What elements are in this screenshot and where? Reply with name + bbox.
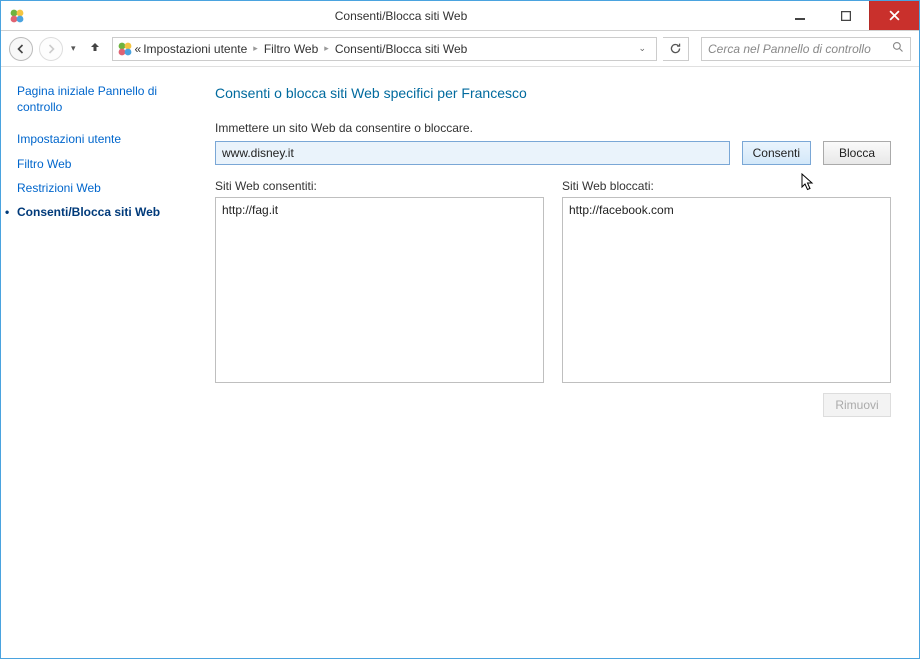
remove-button[interactable]: Rimuovi xyxy=(823,393,891,417)
list-item[interactable]: http://fag.it xyxy=(222,202,537,218)
window-title: Consenti/Blocca siti Web xyxy=(25,9,777,23)
chevron-right-icon: ▸ xyxy=(249,43,262,54)
breadcrumb-prefix: « xyxy=(135,42,142,56)
back-button[interactable] xyxy=(9,37,33,61)
up-button[interactable] xyxy=(84,40,106,57)
blocked-list[interactable]: http://facebook.com xyxy=(562,197,891,383)
instruction-label: Immettere un sito Web da consentire o bl… xyxy=(215,121,891,135)
content: Consenti o blocca siti Web specifici per… xyxy=(201,67,919,658)
breadcrumb-item[interactable]: Impostazioni utente xyxy=(143,42,247,56)
minimize-button[interactable] xyxy=(777,1,823,30)
allowed-label: Siti Web consentiti: xyxy=(215,179,544,193)
maximize-button[interactable] xyxy=(823,1,869,30)
search-placeholder: Cerca nel Pannello di controllo xyxy=(708,42,871,56)
sidebar-item-impostazioni[interactable]: Impostazioni utente xyxy=(17,131,195,147)
blocked-label: Siti Web bloccati: xyxy=(562,179,891,193)
window: Consenti/Blocca siti Web ▾ xyxy=(0,0,920,659)
breadcrumb-dropdown-icon[interactable]: ⌄ xyxy=(632,43,652,54)
navbar: ▾ « Impostazioni utente ▸ Filtro Web ▸ C… xyxy=(1,31,919,67)
sidebar-home-link[interactable]: Pagina iniziale Pannello di controllo xyxy=(17,83,195,115)
block-button[interactable]: Blocca xyxy=(823,141,891,165)
search-icon xyxy=(892,41,904,56)
breadcrumb-item[interactable]: Consenti/Blocca siti Web xyxy=(335,42,468,56)
breadcrumb-item[interactable]: Filtro Web xyxy=(264,42,318,56)
refresh-button[interactable] xyxy=(663,37,689,61)
search-input[interactable]: Cerca nel Pannello di controllo xyxy=(701,37,911,61)
allowed-list[interactable]: http://fag.it xyxy=(215,197,544,383)
family-safety-icon xyxy=(9,8,25,24)
sidebar-item-consenti-blocca[interactable]: Consenti/Blocca siti Web xyxy=(17,204,195,220)
sidebar-item-filtro[interactable]: Filtro Web xyxy=(17,156,195,172)
list-item[interactable]: http://facebook.com xyxy=(569,202,884,218)
page-title: Consenti o blocca siti Web specifici per… xyxy=(215,85,891,101)
sidebar: Pagina iniziale Pannello di controllo Im… xyxy=(1,67,201,658)
titlebar: Consenti/Blocca siti Web xyxy=(1,1,919,31)
url-input[interactable] xyxy=(215,141,730,165)
family-safety-icon xyxy=(117,41,133,57)
history-dropdown-icon[interactable]: ▾ xyxy=(69,43,78,54)
chevron-right-icon: ▸ xyxy=(320,43,333,54)
sidebar-item-restrizioni[interactable]: Restrizioni Web xyxy=(17,180,195,196)
allow-button[interactable]: Consenti xyxy=(742,141,811,165)
breadcrumb[interactable]: « Impostazioni utente ▸ Filtro Web ▸ Con… xyxy=(112,37,657,61)
forward-button[interactable] xyxy=(39,37,63,61)
close-button[interactable] xyxy=(869,1,919,30)
